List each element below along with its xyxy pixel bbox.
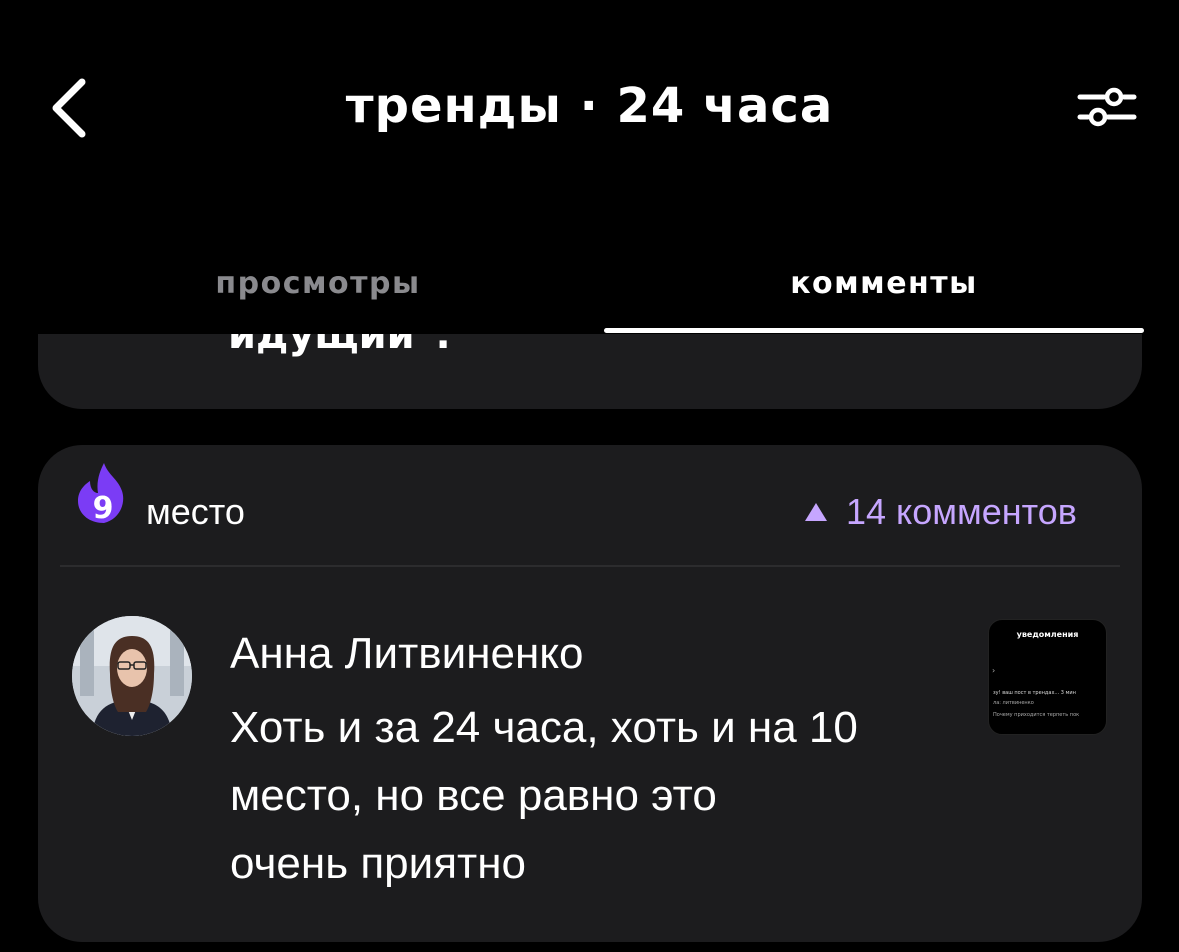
comment-count: 14 комментов [846,491,1077,532]
tab-views[interactable]: просмотры [38,266,598,301]
rank-label: место [146,491,245,532]
page-title: тренды · 24 часа [345,78,834,134]
trend-card[interactable]: 9 место 14 комментов Анна Литвиненко Хот… [38,445,1142,942]
comment-line: Хоть и за 24 часа, хоть и на 10 [230,703,858,752]
rank-number: 9 [93,491,114,525]
thumbnail-line: зу! ваш пост в трендах... 3 мин [993,690,1076,696]
comment-line: очень приятно [230,839,526,888]
author-name: Анна Литвиненко [230,629,584,678]
avatar[interactable] [72,616,192,736]
thumbnail-line: ла: литвиненко [993,700,1034,706]
tab-comments[interactable]: комменты [604,266,1164,301]
thumbnail-title: уведомления [1016,630,1079,639]
comment-line: место, но все равно это [230,771,717,820]
comment-text: Хоть и за 24 часа, хоть и на 10 место, н… [230,694,970,898]
previous-post-text: идущий". [228,334,451,358]
previous-post-card[interactable]: идущий". [38,334,1142,409]
trends-screen: тренды · 24 часа просмотры комменты идущ… [0,0,1179,952]
flame-icon: 9 [74,461,134,526]
post-thumbnail[interactable]: уведомления › зу! ваш пост в трендах... … [988,619,1107,735]
active-tab-indicator [604,328,1144,333]
filter-button[interactable] [1076,84,1138,130]
thumbnail-line: Почему приходится терпеть пок [993,712,1080,718]
triangle-up-icon [805,503,827,521]
divider [60,565,1120,567]
sliders-icon [1077,87,1137,127]
thumbnail-chevron-icon: › [992,666,996,675]
